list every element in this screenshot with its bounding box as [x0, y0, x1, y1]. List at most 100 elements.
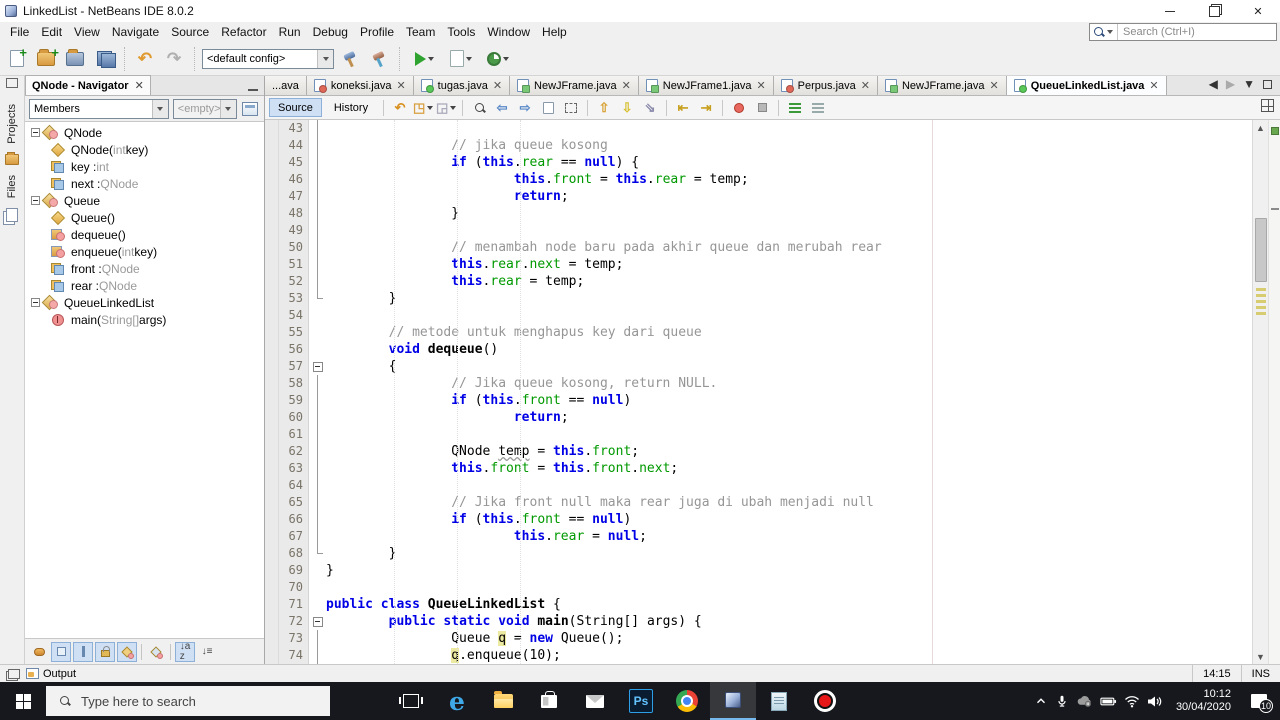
run-project-button[interactable] [407, 46, 441, 72]
undo-button[interactable]: ↶ [132, 46, 158, 72]
history-view-button[interactable]: History [325, 98, 377, 117]
menu-view[interactable]: View [68, 23, 106, 41]
maximize-editor-icon[interactable] [1263, 79, 1272, 89]
ide-search-box[interactable]: Search (Ctrl+I) [1089, 23, 1277, 41]
tab-close-icon[interactable]: ✕ [1149, 79, 1158, 92]
toggle-highlight-button[interactable] [538, 98, 558, 118]
speaker-icon[interactable] [1147, 695, 1163, 708]
battery-icon[interactable] [1100, 695, 1117, 708]
next-bookmark-button[interactable]: ⇩ [617, 98, 637, 118]
document-tab[interactable]: NewJFrame.java ✕ [510, 76, 639, 95]
scroll-tabs-left-icon[interactable]: ◀ [1209, 77, 1218, 91]
profile-project-button[interactable] [481, 46, 515, 72]
projects-dock-tab[interactable]: Projects [6, 104, 18, 144]
start-button[interactable] [0, 682, 46, 720]
document-tab[interactable]: QueueLinkedList.java ✕ [1006, 76, 1167, 95]
scroll-down-icon[interactable]: ▼ [1253, 649, 1268, 664]
redo-button[interactable]: ↷ [161, 46, 187, 72]
previous-bookmark-button[interactable]: ⇧ [594, 98, 614, 118]
rectangular-selection-button[interactable] [561, 98, 581, 118]
navigator-tab[interactable]: QNode - Navigator ✕ [25, 75, 151, 95]
document-tab[interactable]: NewJFrame1.java ✕ [638, 76, 774, 95]
onedrive-icon[interactable] [1076, 694, 1093, 708]
files-dock-tab[interactable]: Files [6, 175, 18, 198]
stop-macro-button[interactable] [752, 98, 772, 118]
menu-window[interactable]: Window [481, 23, 536, 41]
fold-toggle-icon[interactable] [309, 358, 326, 375]
menu-team[interactable]: Team [400, 23, 441, 41]
tab-close-icon[interactable]: ✕ [622, 79, 631, 92]
show-static-button[interactable] [73, 641, 93, 662]
wifi-icon[interactable] [1124, 695, 1140, 708]
navigator-tree-item[interactable]: QNode [25, 124, 264, 141]
chrome-button[interactable] [664, 682, 710, 720]
restore-button[interactable] [1192, 0, 1236, 22]
netbeans-taskbar-button[interactable] [710, 682, 756, 720]
document-tab[interactable]: koneksi.java ✕ [306, 76, 414, 95]
run-config-select[interactable]: <default config> [202, 48, 334, 69]
task-view-button[interactable] [388, 682, 434, 720]
navigator-tree-item[interactable]: Queue() [25, 209, 264, 226]
tree-collapse-icon[interactable] [31, 298, 40, 307]
code-editor[interactable]: 43 44 45 46 47 48 49 50 51 52 53 54 55 56 57 58 59 60 61 62… [265, 120, 1280, 664]
navigator-tree-item[interactable]: main(String[] args) [25, 311, 264, 328]
run-config-dropdown-icon[interactable] [317, 49, 333, 68]
document-tab[interactable]: Perpus.java ✕ [773, 76, 878, 95]
inherited-members-button[interactable] [241, 99, 260, 119]
save-all-button[interactable] [91, 46, 117, 72]
back-button[interactable]: ◳ [413, 98, 434, 118]
open-project-button[interactable] [62, 46, 88, 72]
fold-toggle-icon[interactable] [309, 613, 326, 630]
menu-run[interactable]: Run [273, 23, 307, 41]
navigator-close-icon[interactable]: ✕ [135, 79, 144, 92]
error-stripe[interactable] [1268, 120, 1280, 664]
toggle-bookmark-button[interactable]: ⇘ [640, 98, 660, 118]
output-tab[interactable]: Output [26, 668, 76, 680]
show-beans-button[interactable] [29, 642, 49, 662]
menu-file[interactable]: File [4, 23, 35, 41]
menu-edit[interactable]: Edit [35, 23, 68, 41]
scrollbar-thumb[interactable] [1255, 218, 1267, 282]
files-icon[interactable] [6, 207, 18, 222]
shift-right-button[interactable]: ⇥ [696, 98, 716, 118]
tree-collapse-icon[interactable] [31, 196, 40, 205]
notepad-button[interactable] [756, 682, 802, 720]
find-previous-button[interactable]: ⇦ [492, 98, 512, 118]
run-dropdown-icon[interactable] [427, 56, 434, 61]
file-explorer-button[interactable] [480, 682, 526, 720]
navigator-tree-item[interactable]: QueueLinkedList [25, 294, 264, 311]
taskbar-search-box[interactable]: Type here to search [46, 686, 330, 716]
close-button[interactable] [1236, 0, 1280, 22]
show-non-public-button[interactable] [95, 641, 115, 662]
clean-build-button[interactable] [366, 46, 392, 72]
find-button[interactable] [469, 98, 489, 118]
taskbar-clock[interactable]: 10:12 30/04/2020 [1170, 688, 1237, 714]
tab-close-icon[interactable]: ✕ [756, 79, 765, 92]
navigator-tree-item[interactable]: QNode(int key) [25, 141, 264, 158]
code-text[interactable]: // jika queue kosong if (this.rear == nu… [326, 120, 1252, 664]
new-file-button[interactable] [4, 45, 30, 72]
debug-project-button[interactable] [444, 46, 478, 72]
tab-close-icon[interactable]: ✕ [493, 79, 502, 92]
last-edit-button[interactable]: ↶ [390, 98, 410, 118]
search-scope-dropdown-icon[interactable] [1107, 30, 1113, 34]
navigator-minimize-icon[interactable] [248, 89, 258, 91]
menu-debug[interactable]: Debug [307, 23, 354, 41]
start-macro-button[interactable] [729, 98, 749, 118]
show-inherited-button[interactable] [117, 641, 137, 662]
menu-tools[interactable]: Tools [441, 23, 481, 41]
menu-navigate[interactable]: Navigate [106, 23, 165, 41]
output-dock-icon[interactable] [8, 668, 20, 679]
photoshop-button[interactable]: Ps [618, 682, 664, 720]
vertical-scrollbar[interactable]: ▲ ▼ [1252, 120, 1268, 664]
hide-inner-classes-button[interactable] [146, 642, 166, 662]
menu-source[interactable]: Source [165, 23, 215, 41]
scroll-tabs-right-icon[interactable]: ▶ [1226, 77, 1235, 91]
document-tab[interactable]: NewJFrame.java ✕ [877, 76, 1007, 95]
new-project-button[interactable] [33, 45, 59, 72]
tab-close-icon[interactable]: ✕ [861, 79, 870, 92]
menu-refactor[interactable]: Refactor [215, 23, 272, 41]
navigator-tree-item[interactable]: next : QNode [25, 175, 264, 192]
split-document-icon[interactable] [1261, 99, 1274, 112]
build-project-button[interactable] [337, 46, 363, 72]
